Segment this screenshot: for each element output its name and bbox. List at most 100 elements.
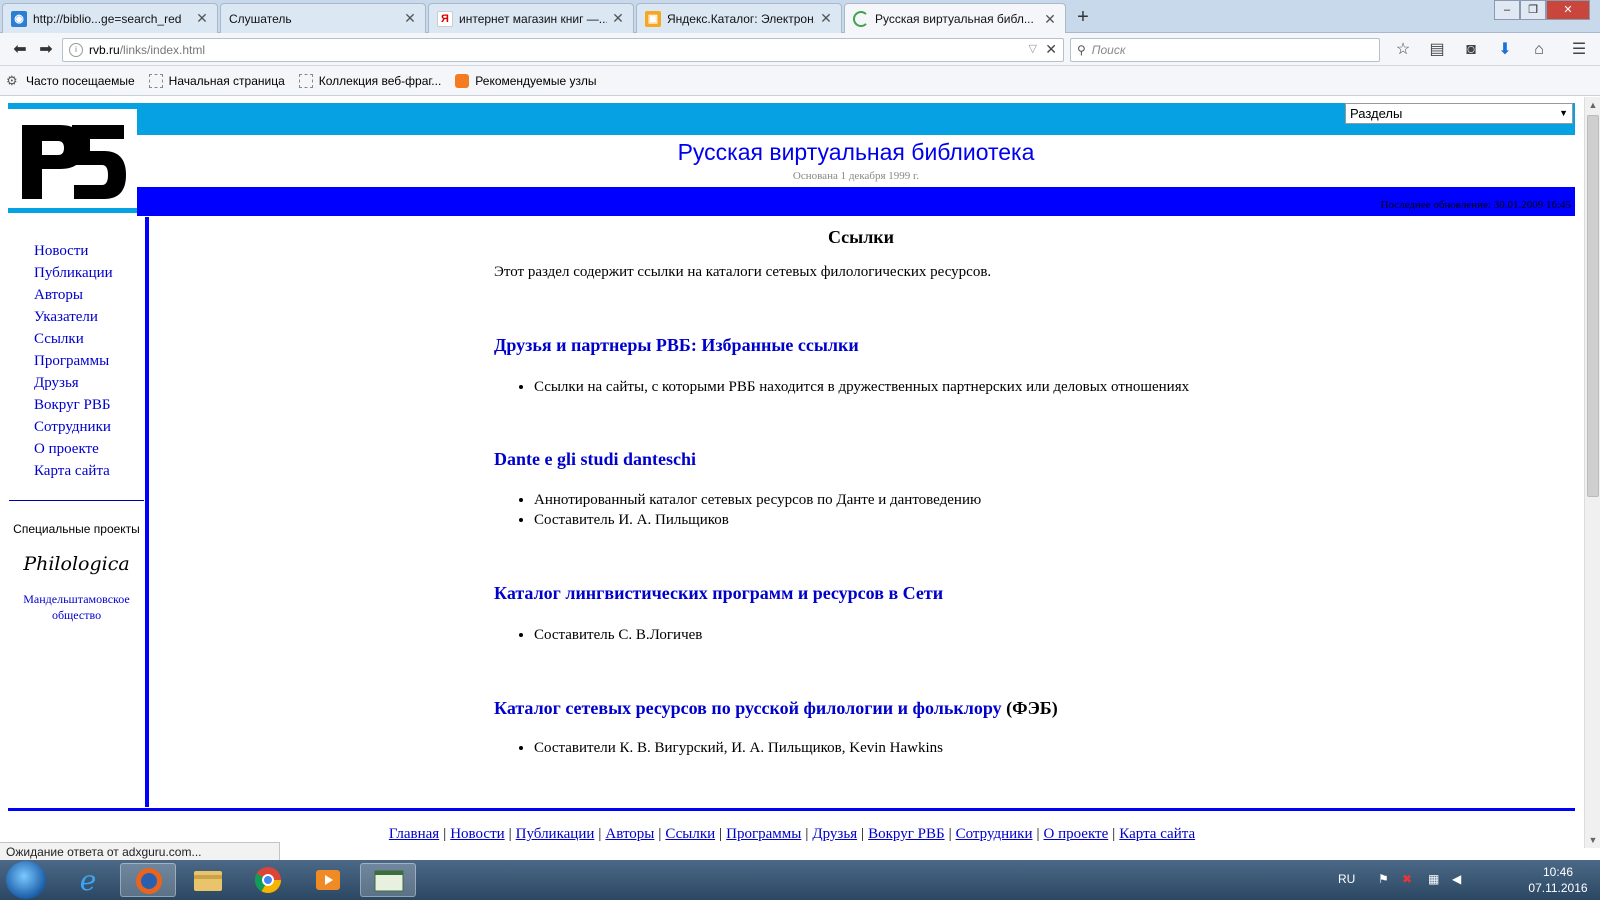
url-dropdown-icon[interactable]: ▽: [1029, 42, 1037, 55]
antivirus-icon[interactable]: ✖: [1402, 872, 1412, 886]
close-tab-icon[interactable]: ✕: [403, 10, 417, 27]
home-icon[interactable]: ⌂: [1526, 39, 1552, 61]
tab-listener[interactable]: Слушатель ✕: [220, 3, 426, 33]
reading-list-icon[interactable]: ▤: [1424, 39, 1450, 61]
scroll-down-icon[interactable]: ▼: [1585, 832, 1600, 848]
section-title-dante[interactable]: Dante e gli studi danteschi: [494, 449, 696, 470]
tab-yandex-catalog[interactable]: ▣ Яндекс.Каталог: Электрон... ✕: [636, 3, 842, 33]
footer-link-news[interactable]: Новости: [450, 826, 504, 842]
tab-rvb[interactable]: Русская виртуальная библ... ✕: [844, 3, 1066, 34]
footer-separator: |: [598, 826, 602, 842]
sidebar-item-about[interactable]: О проекте: [34, 438, 113, 460]
start-button[interactable]: [6, 861, 46, 899]
app-window-icon[interactable]: [360, 863, 416, 897]
footer-separator: |: [1112, 826, 1116, 842]
sidebar-item-around[interactable]: Вокруг РВБ: [34, 394, 113, 416]
footer-separator: |: [508, 826, 512, 842]
sections-select-value: Разделы: [1350, 106, 1403, 121]
bookmark-most-visited[interactable]: ⚙ Часто посещаемые: [6, 72, 135, 88]
site-info-icon[interactable]: i: [69, 43, 83, 57]
forward-arrow-icon[interactable]: ➡: [34, 39, 58, 61]
footer-link-home[interactable]: Главная: [389, 826, 439, 842]
rvb-logo-icon: [22, 125, 126, 199]
site-logo[interactable]: [8, 109, 137, 213]
list-item: Аннотированный каталог сетевых ресурсов …: [534, 490, 981, 510]
close-tab-icon[interactable]: ✕: [1043, 11, 1057, 28]
section-list: Составители К. В. Вигурский, И. А. Пильщ…: [534, 738, 943, 758]
sidebar-item-staff[interactable]: Сотрудники: [34, 416, 113, 438]
list-item: Ссылки на сайты, с которыми РВБ находитс…: [534, 377, 1189, 397]
chrome-icon[interactable]: [240, 863, 296, 897]
bookmark-home-page[interactable]: Начальная страница: [148, 73, 285, 88]
sidebar-item-links[interactable]: Ссылки: [34, 328, 113, 350]
footer-link-authors[interactable]: Авторы: [605, 826, 654, 842]
gear-icon: ⚙: [6, 72, 18, 88]
firefox-icon[interactable]: [120, 863, 176, 897]
close-tab-icon[interactable]: ✕: [195, 10, 209, 27]
section-title-linguistic[interactable]: Каталог лингвистических программ и ресур…: [494, 583, 943, 604]
tab-title: http://biblio...ge=search_red: [33, 11, 182, 26]
url-bar[interactable]: i rvb.ru/links/index.html ▽ ✕: [62, 38, 1064, 62]
bookmark-star-icon[interactable]: ☆: [1390, 39, 1416, 61]
sidebar-item-programs[interactable]: Программы: [34, 350, 113, 372]
loading-icon: [853, 11, 869, 27]
philologica-link[interactable]: Philologica: [9, 553, 144, 575]
sidebar-item-authors[interactable]: Авторы: [34, 284, 113, 306]
scrollbar-thumb[interactable]: [1587, 115, 1599, 497]
windows-taskbar: e RU ⚑ ✖ ▦ ◀ 10:46 07.11.2016: [0, 860, 1600, 900]
pocket-icon[interactable]: ◙: [1458, 39, 1484, 61]
tab-bar: ◉ http://biblio...ge=search_red ✕ Слушат…: [0, 0, 1600, 34]
volume-icon[interactable]: ◀: [1452, 872, 1461, 886]
footer-divider: [8, 808, 1575, 811]
footer-link-friends[interactable]: Друзья: [812, 826, 857, 842]
download-icon[interactable]: ⬇: [1492, 39, 1518, 61]
language-indicator[interactable]: RU: [1338, 872, 1355, 886]
section-link-feb[interactable]: Каталог сетевых ресурсов по русской фило…: [494, 698, 1002, 718]
footer-link-around[interactable]: Вокруг РВБ: [868, 826, 944, 842]
svg-text:e: e: [80, 864, 97, 897]
search-input[interactable]: ⚲ Поиск: [1070, 38, 1380, 62]
footer-link-about[interactable]: О проекте: [1044, 826, 1109, 842]
network-icon[interactable]: ▦: [1428, 872, 1439, 886]
footer-link-staff[interactable]: Сотрудники: [956, 826, 1033, 842]
site-title[interactable]: Русская виртуальная библиотека: [137, 139, 1575, 166]
sections-select[interactable]: Разделы ▼: [1345, 103, 1573, 124]
file-explorer-icon[interactable]: [180, 863, 236, 897]
bookmark-web-slices[interactable]: Коллекция веб-фраг...: [298, 73, 442, 88]
bookmark-recommended[interactable]: Рекомендуемые узлы: [455, 73, 596, 88]
media-player-icon[interactable]: [300, 863, 356, 897]
sidebar-item-sitemap[interactable]: Карта сайта: [34, 460, 113, 482]
section-title-friends[interactable]: Друзья и партнеры РВБ: Избранные ссылки: [494, 335, 859, 356]
special-projects-label: Специальные проекты: [13, 522, 140, 536]
close-window-button[interactable]: ✕: [1546, 0, 1590, 20]
chevron-down-icon: ▼: [1559, 108, 1568, 118]
new-tab-button[interactable]: +: [1070, 4, 1096, 30]
tab-biblio[interactable]: ◉ http://biblio...ge=search_red ✕: [2, 3, 218, 33]
restore-button[interactable]: ❐: [1520, 0, 1546, 20]
sidebar-item-indexes[interactable]: Указатели: [34, 306, 113, 328]
mandelstam-society-link[interactable]: Мандельштамовское общество: [9, 591, 144, 623]
footer-link-programs[interactable]: Программы: [726, 826, 801, 842]
sidebar-item-friends[interactable]: Друзья: [34, 372, 113, 394]
clock[interactable]: 10:46 07.11.2016: [1528, 864, 1588, 896]
bookmark-label: Коллекция веб-фраг...: [318, 73, 442, 88]
scroll-up-icon[interactable]: ▲: [1585, 97, 1600, 113]
tab-bookstore[interactable]: Я интернет магазин книг —... ✕: [428, 3, 634, 33]
footer-link-publications[interactable]: Публикации: [516, 826, 595, 842]
menu-icon[interactable]: ☰: [1566, 39, 1592, 61]
internet-explorer-icon[interactable]: e: [60, 863, 116, 897]
stop-icon[interactable]: ✕: [1045, 41, 1057, 58]
vertical-scrollbar[interactable]: ▲ ▼: [1584, 97, 1600, 848]
flag-icon[interactable]: ⚑: [1378, 872, 1389, 886]
footer-link-links[interactable]: Ссылки: [665, 826, 715, 842]
footer-link-sitemap[interactable]: Карта сайта: [1119, 826, 1195, 842]
back-arrow-icon[interactable]: ⬅: [8, 39, 32, 61]
url-host: rvb.ru: [89, 43, 120, 57]
sidebar-item-publications[interactable]: Публикации: [34, 262, 113, 284]
minimize-button[interactable]: –: [1494, 0, 1520, 20]
last-update: Последнее обновление: 30.01.2009 16:45: [1380, 199, 1572, 211]
close-tab-icon[interactable]: ✕: [819, 10, 833, 27]
sidebar-item-news[interactable]: Новости: [34, 240, 113, 262]
close-tab-icon[interactable]: ✕: [611, 10, 625, 27]
footer-separator: |: [658, 826, 662, 842]
